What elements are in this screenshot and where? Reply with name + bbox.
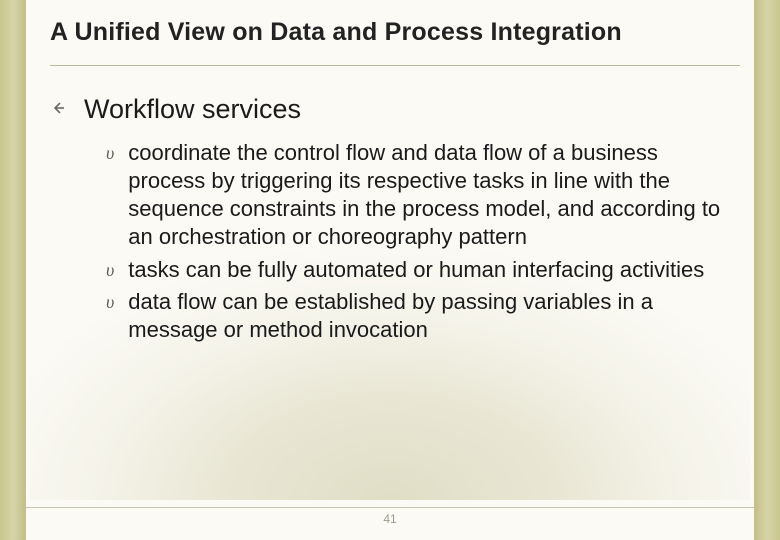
list-item: υ data flow can be established by passin… — [106, 288, 740, 344]
list-item: υ tasks can be fully automated or human … — [106, 256, 740, 284]
title-divider — [50, 65, 740, 66]
main-bullet: Workflow services — [50, 94, 740, 125]
slide-content: A Unified View on Data and Process Integ… — [50, 18, 740, 520]
page-number: 41 — [26, 512, 754, 526]
left-accent-bar — [0, 0, 26, 540]
list-item: υ coordinate the control flow and data f… — [106, 139, 740, 252]
section-heading: Workflow services — [84, 94, 301, 125]
right-accent-bar — [754, 0, 780, 540]
slide-footer: 41 — [26, 507, 754, 526]
arrow-left-icon — [50, 100, 66, 121]
bullet-text: tasks can be fully automated or human in… — [128, 256, 704, 284]
sub-bullet-list: υ coordinate the control flow and data f… — [106, 139, 740, 344]
slide-title: A Unified View on Data and Process Integ… — [50, 18, 740, 65]
omega-icon: υ — [106, 292, 114, 313]
bullet-text: data flow can be established by passing … — [128, 288, 740, 344]
bullet-text: coordinate the control flow and data flo… — [128, 139, 740, 252]
omega-icon: υ — [106, 260, 114, 281]
footer-divider — [26, 507, 754, 508]
omega-icon: υ — [106, 143, 114, 164]
